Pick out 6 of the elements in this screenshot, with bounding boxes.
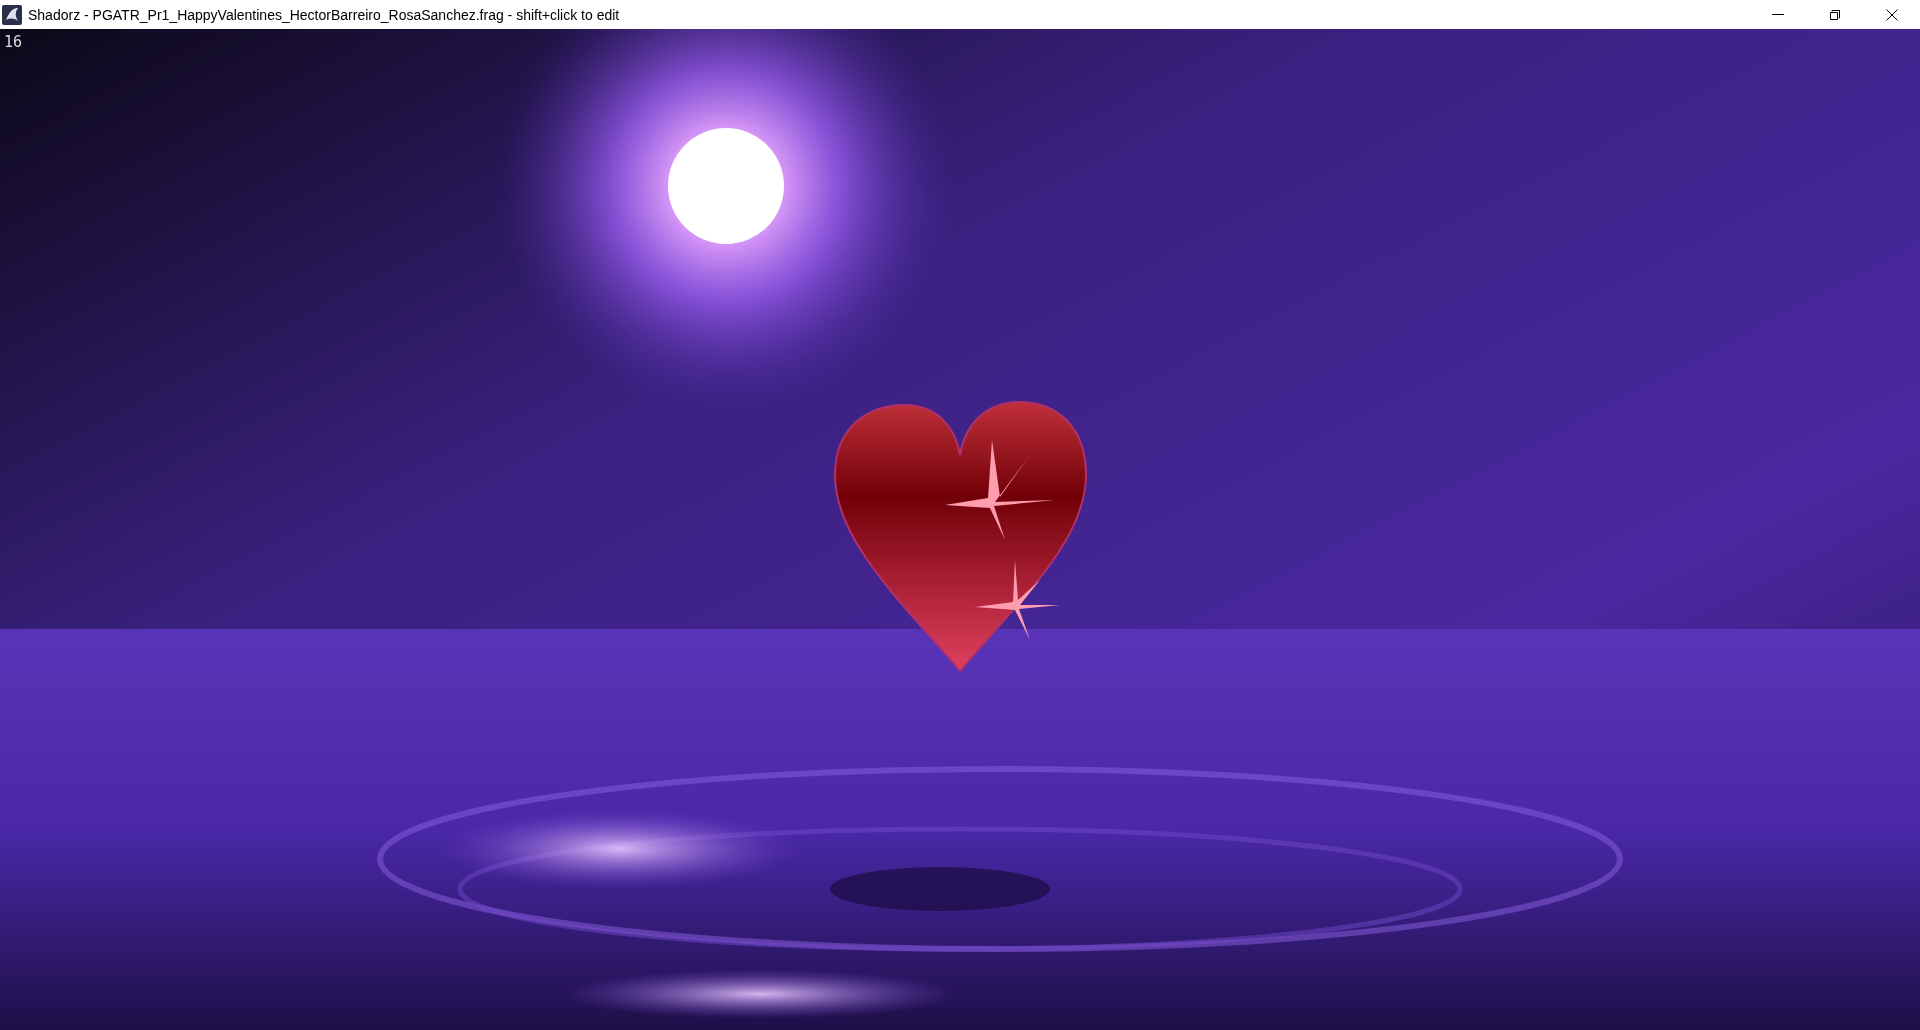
close-icon	[1885, 8, 1898, 21]
restore-icon	[1828, 8, 1841, 21]
app-logo-icon	[2, 4, 22, 25]
window-title: Shadorz - PGATR_Pr1_HappyValentines_HectorBarreiro_RosaSanchez.frag - shift+click to edit	[28, 6, 620, 23]
minimize-icon	[1771, 14, 1784, 15]
fps-counter: 16	[4, 33, 23, 51]
